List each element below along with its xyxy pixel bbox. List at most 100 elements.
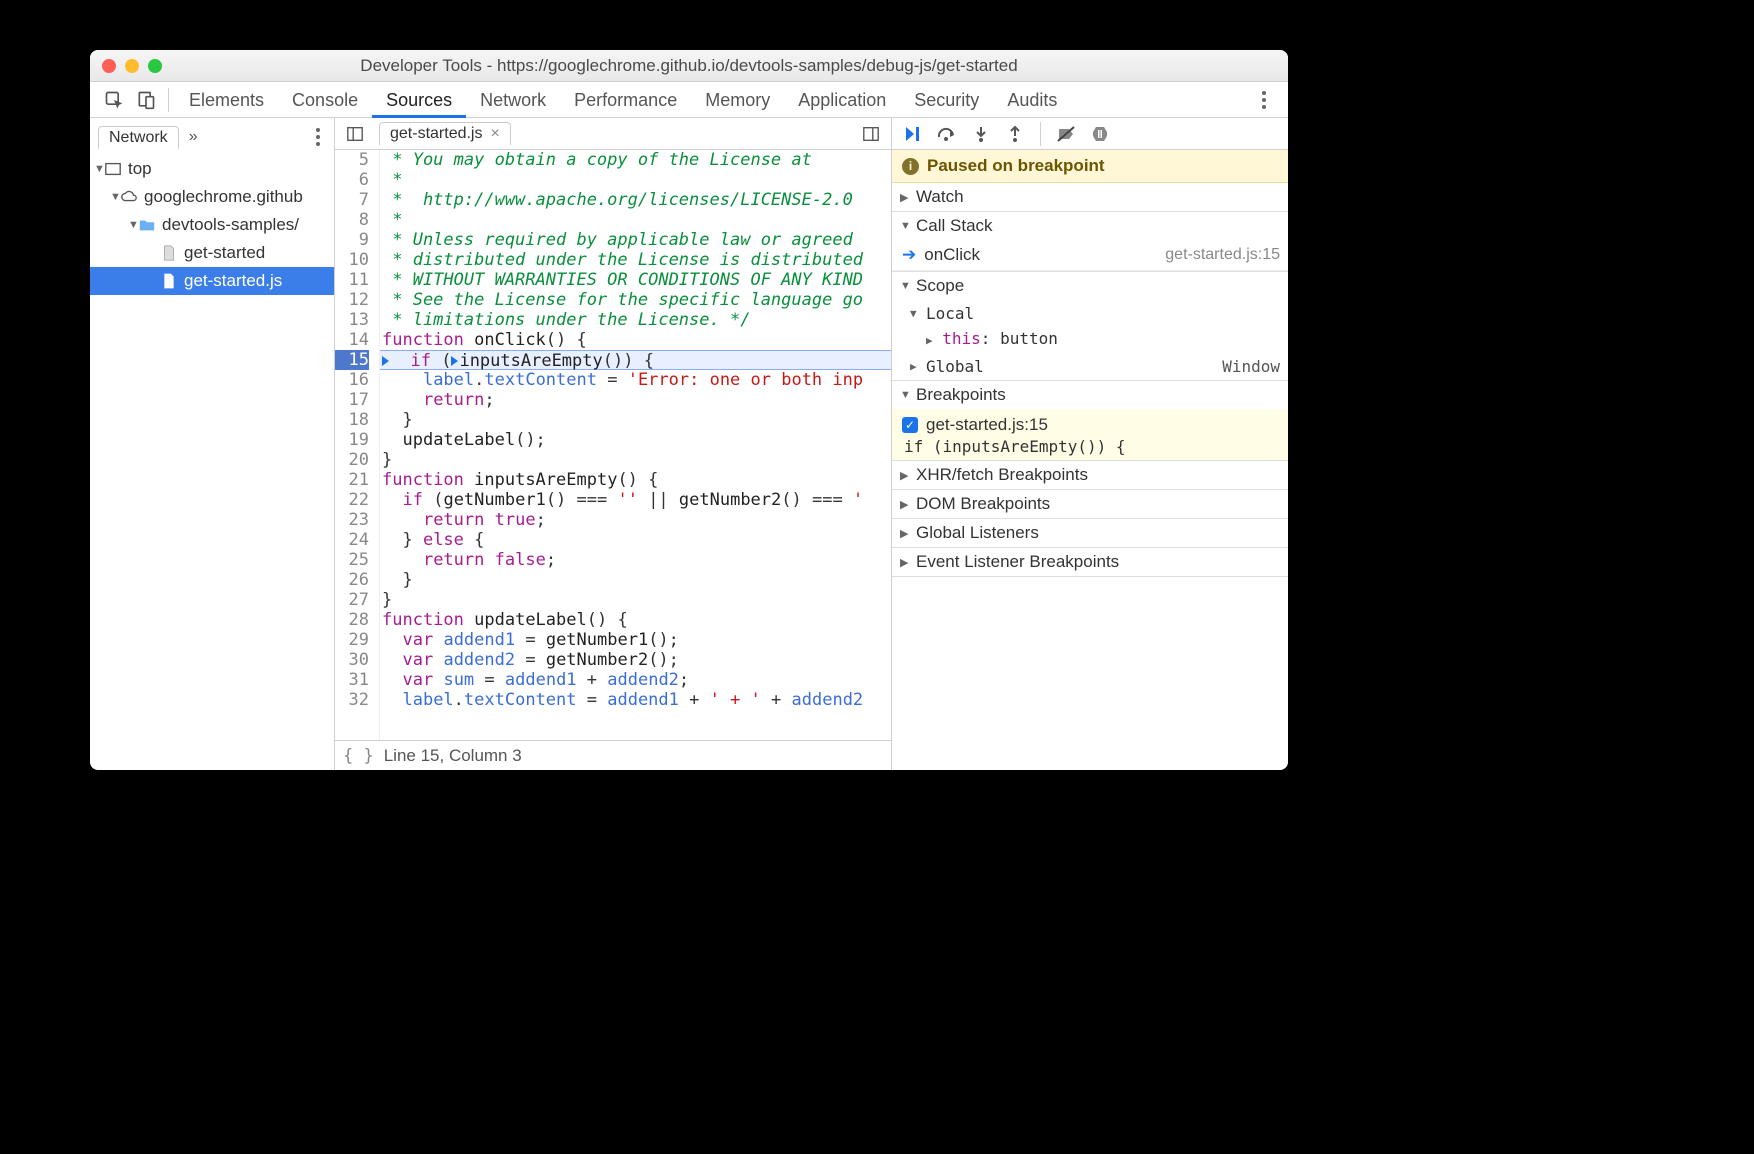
debugger-toolbar [892,118,1288,150]
breakpoints-section: ▼Breakpoints ✓ get-started.js:15 if (inp… [892,381,1288,461]
editor-panel: get-started.js × 56789101112131415161718… [335,118,892,770]
folder-icon [138,216,156,234]
tree-folder-label: devtools-samples/ [162,215,299,235]
tab-application[interactable]: Application [784,82,900,118]
tab-elements[interactable]: Elements [175,82,278,118]
tree-file-label: get-started.js [184,271,282,291]
tab-network[interactable]: Network [466,82,560,118]
tree-root-label: top [128,159,152,179]
document-icon [160,272,178,290]
editor-tab[interactable]: get-started.js × [379,122,511,145]
debugger-panel: i Paused on breakpoint ▶Watch ▼Call Stac… [892,118,1288,770]
dom-label: DOM Breakpoints [916,494,1050,514]
callstack-section: ▼Call Stack ➔ onClick get-started.js:15 [892,212,1288,272]
tree-folder[interactable]: ▼ devtools-samples/ [90,211,334,239]
xhr-label: XHR/fetch Breakpoints [916,465,1088,485]
glisten-label: Global Listeners [916,523,1039,543]
cloud-icon [120,188,138,206]
main-tab-strip: ElementsConsoleSourcesNetworkPerformance… [90,82,1288,118]
scope-header[interactable]: ▼Scope [892,272,1288,300]
step-out-icon[interactable] [1000,120,1030,148]
close-window-icon[interactable] [102,59,116,73]
frame-icon [104,160,122,178]
document-icon [160,244,178,262]
callframe-row[interactable]: ➔ onClick get-started.js:15 [892,240,1288,271]
device-toggle-icon[interactable] [134,88,158,112]
elisten-label: Event Listener Breakpoints [916,552,1119,572]
navigator-tabs: Network » [90,122,334,152]
scope-local-label: Local [926,304,974,323]
maximize-window-icon[interactable] [148,59,162,73]
step-into-icon[interactable] [966,120,996,148]
tab-audits[interactable]: Audits [993,82,1071,118]
minimize-window-icon[interactable] [125,59,139,73]
title-bar: Developer Tools - https://googlechrome.g… [90,50,1288,82]
tree-domain-label: googlechrome.github [144,187,303,207]
tab-memory[interactable]: Memory [691,82,784,118]
separator [1040,122,1041,146]
scope-label: Scope [916,276,964,296]
braces-icon[interactable]: { } [343,746,374,766]
breakpoint-checkbox[interactable]: ✓ [902,417,918,433]
breakpoint-item[interactable]: ✓ get-started.js:15 if (inputsAreEmpty()… [892,409,1288,460]
scope-this-key: this [942,329,981,348]
tree-domain[interactable]: ▼ googlechrome.github [90,183,334,211]
scope-global-label: Global [926,357,984,376]
main-area: Network » ▼ top ▼ [90,118,1288,770]
pause-on-exceptions-icon[interactable] [1085,120,1115,148]
watch-section[interactable]: ▶Watch [892,183,1288,212]
tab-performance[interactable]: Performance [560,82,691,118]
breakpoint-location: get-started.js:15 [926,415,1048,435]
code-editor[interactable]: 5678910111213141516171819202122232425262… [335,150,891,740]
callframe-loc: get-started.js:15 [1165,246,1280,264]
navigator-more-icon[interactable] [306,125,330,149]
editor-tab-label: get-started.js [390,125,482,143]
scope-global[interactable]: ▶Global Window [892,353,1288,380]
line-gutter[interactable]: 5678910111213141516171819202122232425262… [335,150,380,740]
navigator-tab-network[interactable]: Network [98,126,179,149]
toggle-navigator-icon[interactable] [343,122,367,146]
event-listener-breakpoints-section[interactable]: ▶Event Listener Breakpoints [892,548,1288,577]
separator [168,88,169,112]
more-tabs-icon[interactable]: » [189,128,198,146]
watch-label: Watch [916,187,964,207]
info-icon: i [902,158,919,175]
toggle-debugger-icon[interactable] [859,122,883,146]
breakpoint-condition: if (inputsAreEmpty()) { [902,435,1278,456]
file-tree: ▼ top ▼ googlechrome.github ▼ [90,152,334,295]
close-tab-icon[interactable]: × [490,125,499,143]
current-frame-icon: ➔ [902,245,916,265]
xhr-breakpoints-section[interactable]: ▶XHR/fetch Breakpoints [892,461,1288,490]
deactivate-breakpoints-icon[interactable] [1051,120,1081,148]
editor-tabs: get-started.js × [335,118,891,150]
tab-sources[interactable]: Sources [372,82,466,118]
scope-this-val: button [1000,329,1058,348]
editor-status-bar: { } Line 15, Column 3 [335,740,891,770]
cursor-position: Line 15, Column 3 [384,746,522,766]
breakpoints-header[interactable]: ▼Breakpoints [892,381,1288,409]
inspect-icon[interactable] [102,88,126,112]
tree-file-label: get-started [184,243,265,263]
devtools-window: Developer Tools - https://googlechrome.g… [90,50,1288,770]
tab-security[interactable]: Security [900,82,993,118]
dom-breakpoints-section[interactable]: ▶DOM Breakpoints [892,490,1288,519]
resume-icon[interactable] [898,120,928,148]
scope-this-row[interactable]: ▶ this: button [892,327,1288,353]
scope-local[interactable]: ▼Local [892,300,1288,327]
more-menu-icon[interactable] [1252,88,1276,112]
window-controls [102,59,162,73]
tree-file-html[interactable]: get-started [90,239,334,267]
tree-file-js[interactable]: get-started.js [90,267,334,295]
step-over-icon[interactable] [932,120,962,148]
callstack-label: Call Stack [916,216,993,236]
paused-banner-text: Paused on breakpoint [927,156,1105,176]
scope-section: ▼Scope ▼Local ▶ this: button ▶Global Win… [892,272,1288,381]
global-listeners-section[interactable]: ▶Global Listeners [892,519,1288,548]
code-lines[interactable]: * You may obtain a copy of the License a… [380,150,891,740]
navigator-panel: Network » ▼ top ▼ [90,118,335,770]
paused-banner: i Paused on breakpoint [892,150,1288,183]
breakpoints-label: Breakpoints [916,385,1006,405]
tab-console[interactable]: Console [278,82,372,118]
callstack-header[interactable]: ▼Call Stack [892,212,1288,240]
tree-root[interactable]: ▼ top [90,155,334,183]
